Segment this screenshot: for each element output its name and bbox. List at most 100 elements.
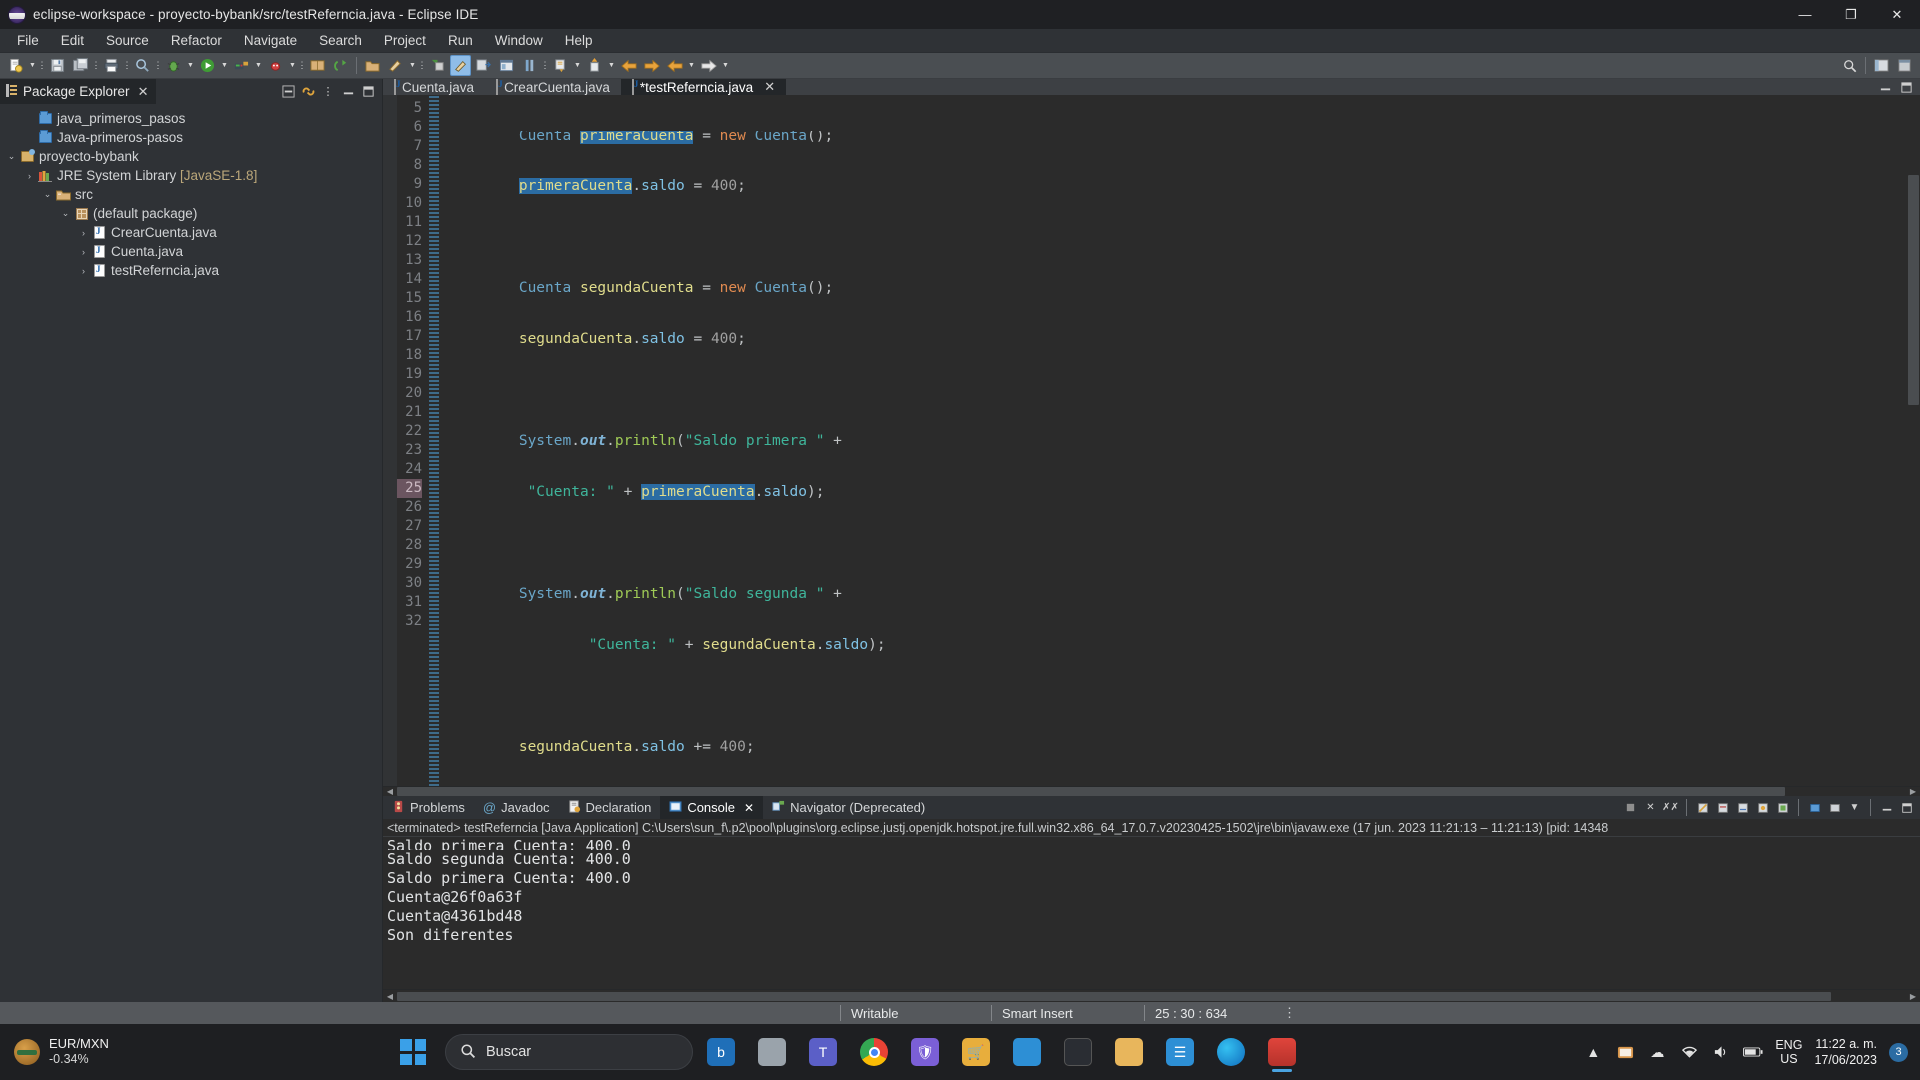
code-line[interactable]: "Cuenta: " + primeraCuenta.saldo); — [439, 483, 1920, 502]
toolbar-overflow3-icon[interactable]: ⋮ — [123, 55, 132, 76]
project-tree[interactable]: java_primeros_pasos Java-primeros-pasos … — [0, 104, 382, 1002]
start-button-icon[interactable] — [400, 1039, 426, 1065]
print-icon[interactable] — [101, 55, 122, 76]
code-line[interactable]: System.out.println("Saldo primera " + — [439, 432, 1920, 451]
open-resource-icon[interactable] — [362, 55, 383, 76]
run-external-tools-icon[interactable] — [231, 55, 252, 76]
taskbar-app-dark[interactable] — [1055, 1029, 1101, 1075]
taskbar-app-explorer[interactable] — [1106, 1029, 1152, 1075]
tree-item-jre-system-library[interactable]: › JRE System Library [JavaSE-1.8] — [0, 166, 382, 185]
currency-widget[interactable]: EUR/MXN -0.34% — [0, 1036, 200, 1068]
new-class-dropdown-icon[interactable]: ▼ — [407, 55, 418, 76]
tree-item-default-package[interactable]: ⌄ (default package) — [0, 204, 382, 223]
tab-console[interactable]: Console ✕ — [660, 796, 764, 819]
minimize-editor-icon[interactable] — [1877, 79, 1893, 95]
tree-item-CrearCuenta-java[interactable]: › CrearCuenta.java — [0, 223, 382, 242]
taskbar-app-eclipse[interactable] — [1259, 1029, 1305, 1075]
toggle-mark-occurrences-icon[interactable] — [450, 55, 471, 76]
terminate-icon[interactable] — [1622, 799, 1639, 816]
code-line[interactable] — [439, 687, 1920, 706]
maximize-editor-icon[interactable] — [1898, 79, 1914, 95]
tree-item-Cuenta-java[interactable]: › Cuenta.java — [0, 242, 382, 261]
toolbar-overflow5-icon[interactable]: ⋮ — [298, 55, 307, 76]
menu-navigate[interactable]: Navigate — [233, 29, 308, 53]
debug-icon[interactable] — [163, 55, 184, 76]
editor-horizontal-scrollbar[interactable]: ◀ ▶ — [383, 786, 1920, 796]
code-line[interactable]: Cuenta primeraCuenta = new Cuenta(); — [439, 131, 1920, 145]
twisty-collapsed-icon[interactable]: › — [76, 247, 91, 257]
folding-ruler[interactable] — [429, 95, 439, 786]
taskbar-app-chrome[interactable] — [851, 1029, 897, 1075]
open-console-icon[interactable] — [1826, 799, 1843, 816]
coverage-icon[interactable] — [265, 55, 286, 76]
twisty-collapsed-icon[interactable]: › — [76, 228, 91, 238]
console-output[interactable]: Saldo primera Cuenta: 400.0 Saldo segund… — [383, 837, 1920, 945]
view-menu-icon[interactable]: ⋮ — [320, 84, 336, 100]
wifi-icon[interactable] — [1679, 1042, 1699, 1062]
pin-console-icon[interactable] — [1754, 799, 1771, 816]
console-tab-close-icon[interactable]: ✕ — [744, 801, 754, 815]
source-editor[interactable]: 5 6 7 8 9 10 11 12 13 14 15 16 17 18 19 … — [383, 95, 1920, 786]
save-icon[interactable] — [47, 55, 68, 76]
twisty-collapsed-icon[interactable]: › — [22, 171, 37, 181]
skip-breakpoints-icon[interactable] — [473, 55, 494, 76]
new-class-icon[interactable] — [385, 55, 406, 76]
editor-tab-close-icon[interactable]: ✕ — [764, 79, 775, 95]
code-line[interactable] — [439, 534, 1920, 553]
editor-vertical-scrollbar[interactable] — [1906, 95, 1920, 773]
menu-window[interactable]: Window — [484, 29, 554, 53]
toolbar-overflow2-icon[interactable]: ⋮ — [92, 55, 101, 76]
forward-icon[interactable] — [641, 55, 662, 76]
link-with-editor-icon[interactable] — [300, 84, 316, 100]
console-hscroll-track[interactable] — [397, 991, 1906, 1001]
maximize-view-icon[interactable] — [360, 84, 376, 100]
code-line[interactable]: segundaCuenta.saldo += 400; — [439, 738, 1920, 757]
open-perspective-right-icon[interactable] — [1894, 55, 1915, 76]
open-perspective-icon[interactable] — [496, 55, 517, 76]
new-java-project-icon[interactable] — [330, 55, 351, 76]
menu-project[interactable]: Project — [373, 29, 437, 53]
tab-declaration[interactable]: Declaration — [559, 796, 661, 819]
maximize-console-icon[interactable] — [1898, 799, 1915, 816]
new-icon[interactable] — [5, 55, 26, 76]
taskbar-search-box[interactable]: Buscar — [445, 1034, 693, 1070]
next-annotation-dropdown-icon[interactable]: ▼ — [572, 55, 583, 76]
console-horizontal-scrollbar[interactable]: ◀ ▶ — [383, 989, 1920, 1002]
tree-item-Java-primeros-pasos[interactable]: Java-primeros-pasos — [0, 128, 382, 147]
back-icon[interactable] — [618, 55, 639, 76]
tree-item-proyecto-bybank[interactable]: ⌄ proyecto-bybank — [0, 147, 382, 166]
toolbar-overflow7-icon[interactable]: ⋮ — [541, 55, 550, 76]
twisty-expanded-icon[interactable]: ⌄ — [4, 151, 19, 162]
save-all-icon[interactable] — [70, 55, 91, 76]
tab-package-explorer[interactable]: Package Explorer ✕ — [0, 79, 157, 104]
menu-file[interactable]: File — [6, 29, 50, 53]
new-dropdown-icon[interactable]: ▼ — [27, 55, 38, 76]
notification-badge[interactable]: 3 — [1889, 1042, 1908, 1062]
console-body[interactable]: <terminated> testReferncia [Java Applica… — [383, 819, 1920, 989]
toolbar-overflow4-icon[interactable]: ⋮ — [154, 55, 163, 76]
tab-problems[interactable]: Problems — [383, 796, 474, 819]
scroll-lock-icon[interactable] — [1714, 799, 1731, 816]
volume-icon[interactable] — [1711, 1042, 1731, 1062]
code-line[interactable]: System.out.println("Saldo segunda " + — [439, 585, 1920, 604]
menu-help[interactable]: Help — [554, 29, 604, 53]
previous-annotation-dropdown-icon[interactable]: ▼ — [606, 55, 617, 76]
taskbar-app-notes[interactable]: ☰ — [1157, 1029, 1203, 1075]
collapse-all-icon[interactable] — [280, 84, 296, 100]
hscroll-track[interactable] — [397, 787, 1906, 796]
toolbar-overflow6-icon[interactable]: ⋮ — [418, 55, 427, 76]
editor-tab-crearcuenta[interactable]: CrearCuenta.java — [485, 78, 621, 96]
twisty-expanded-icon[interactable]: ⌄ — [40, 189, 55, 200]
back-history-icon[interactable] — [664, 55, 685, 76]
forward-history-dropdown-icon[interactable]: ▼ — [720, 55, 731, 76]
taskbar-app-teams[interactable]: T — [800, 1029, 846, 1075]
code-line[interactable]: Cuenta segundaCuenta = new Cuenta(); — [439, 279, 1920, 298]
minimize-view-icon[interactable] — [340, 84, 356, 100]
tree-item-testReferncia-java[interactable]: › testReferncia.java — [0, 261, 382, 280]
editor-marker-bar[interactable] — [383, 95, 397, 786]
battery-icon[interactable] — [1743, 1042, 1763, 1062]
editor-vscroll-thumb[interactable] — [1908, 175, 1919, 405]
editor-tab-cuenta[interactable]: Cuenta.java — [383, 78, 486, 96]
quick-access-search-icon[interactable] — [1839, 55, 1860, 76]
remove-launch-icon[interactable]: ✕ — [1642, 799, 1659, 816]
